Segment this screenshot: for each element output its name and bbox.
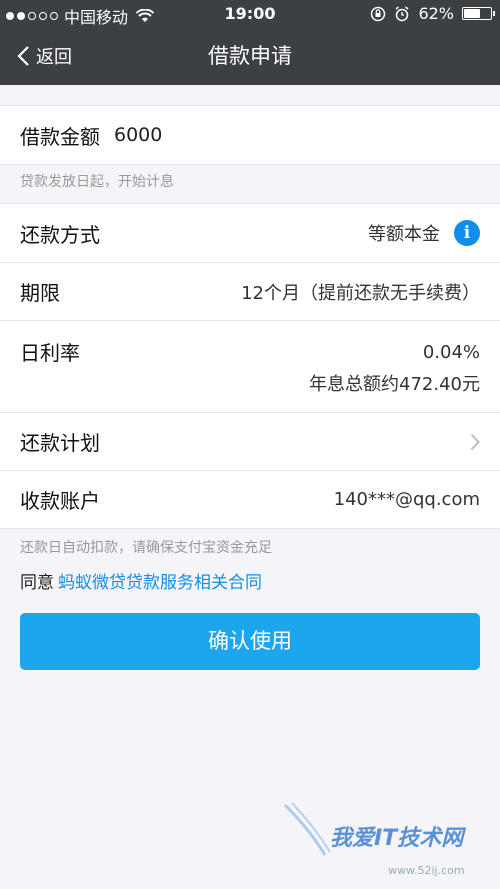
account-value: 140***@qq.com — [333, 489, 480, 510]
status-right: 62% — [370, 4, 495, 23]
page-title: 借款申请 — [208, 44, 292, 68]
loan-details-card: 还款方式 等额本金 i 期限 12个月（提前还款无手续费） 日利率 0.04% … — [0, 203, 500, 529]
chevron-right-icon — [470, 433, 480, 450]
battery-icon — [462, 7, 495, 20]
agreement-link[interactable]: 蚂蚁微贷贷款服务相关合同 — [58, 573, 262, 593]
wing-icon — [283, 802, 331, 856]
rate-values: 0.04% 年息总额约472.40元 — [309, 337, 480, 401]
account-row[interactable]: 收款账户 140***@qq.com — [0, 470, 500, 528]
rate-value: 0.04% — [422, 342, 480, 363]
account-label: 收款账户 — [20, 489, 100, 513]
term-value: 12个月（提前还款无手续费） — [241, 282, 480, 304]
status-bar: 中国移动 19:00 62% — [0, 0, 500, 28]
watermark-logo: 我爱IT技术网 — [283, 802, 464, 856]
watermark-text: 我爱IT技术网 — [330, 826, 464, 851]
alarm-icon — [395, 5, 409, 21]
auto-debit-note: 还款日自动扣款，请确保支付宝资金充足 — [20, 540, 272, 556]
confirm-button[interactable]: 确认使用 — [20, 613, 480, 670]
rate-label: 日利率 — [20, 341, 80, 365]
term-row[interactable]: 期限 12个月（提前还款无手续费） — [0, 262, 500, 320]
battery-percent: 62% — [418, 4, 454, 23]
loan-amount-value[interactable]: 6000 — [114, 124, 162, 146]
app-header: 中国移动 19:00 62% 返回 借款申请 — [0, 0, 500, 85]
repay-method-value: 等额本金 — [368, 224, 440, 245]
watermark-url: www.52ij.com — [388, 864, 465, 877]
info-icon[interactable]: i — [454, 220, 480, 246]
loan-amount-card: 借款金额 6000 — [0, 105, 500, 165]
term-label: 期限 — [20, 281, 60, 305]
interest-start-note: 贷款发放日起，开始计息 — [20, 174, 174, 190]
interest-total: 年息总额约472.40元 — [309, 374, 480, 395]
battery-fill — [464, 9, 480, 18]
repay-method-row[interactable]: 还款方式 等额本金 i — [0, 204, 500, 262]
agreement-prefix: 同意 — [20, 573, 54, 593]
agreement: 同意 蚂蚁微贷贷款服务相关合同 — [20, 568, 262, 593]
repay-plan-row[interactable]: 还款计划 — [0, 412, 500, 470]
rotation-lock-icon — [371, 6, 386, 21]
rate-row: 日利率 0.04% 年息总额约472.40元 — [0, 320, 500, 412]
repay-method-label: 还款方式 — [20, 222, 100, 247]
loan-amount-row[interactable]: 借款金额 6000 — [0, 106, 500, 164]
loan-amount-label: 借款金额 — [20, 124, 100, 149]
repay-plan-label: 还款计划 — [20, 431, 100, 455]
